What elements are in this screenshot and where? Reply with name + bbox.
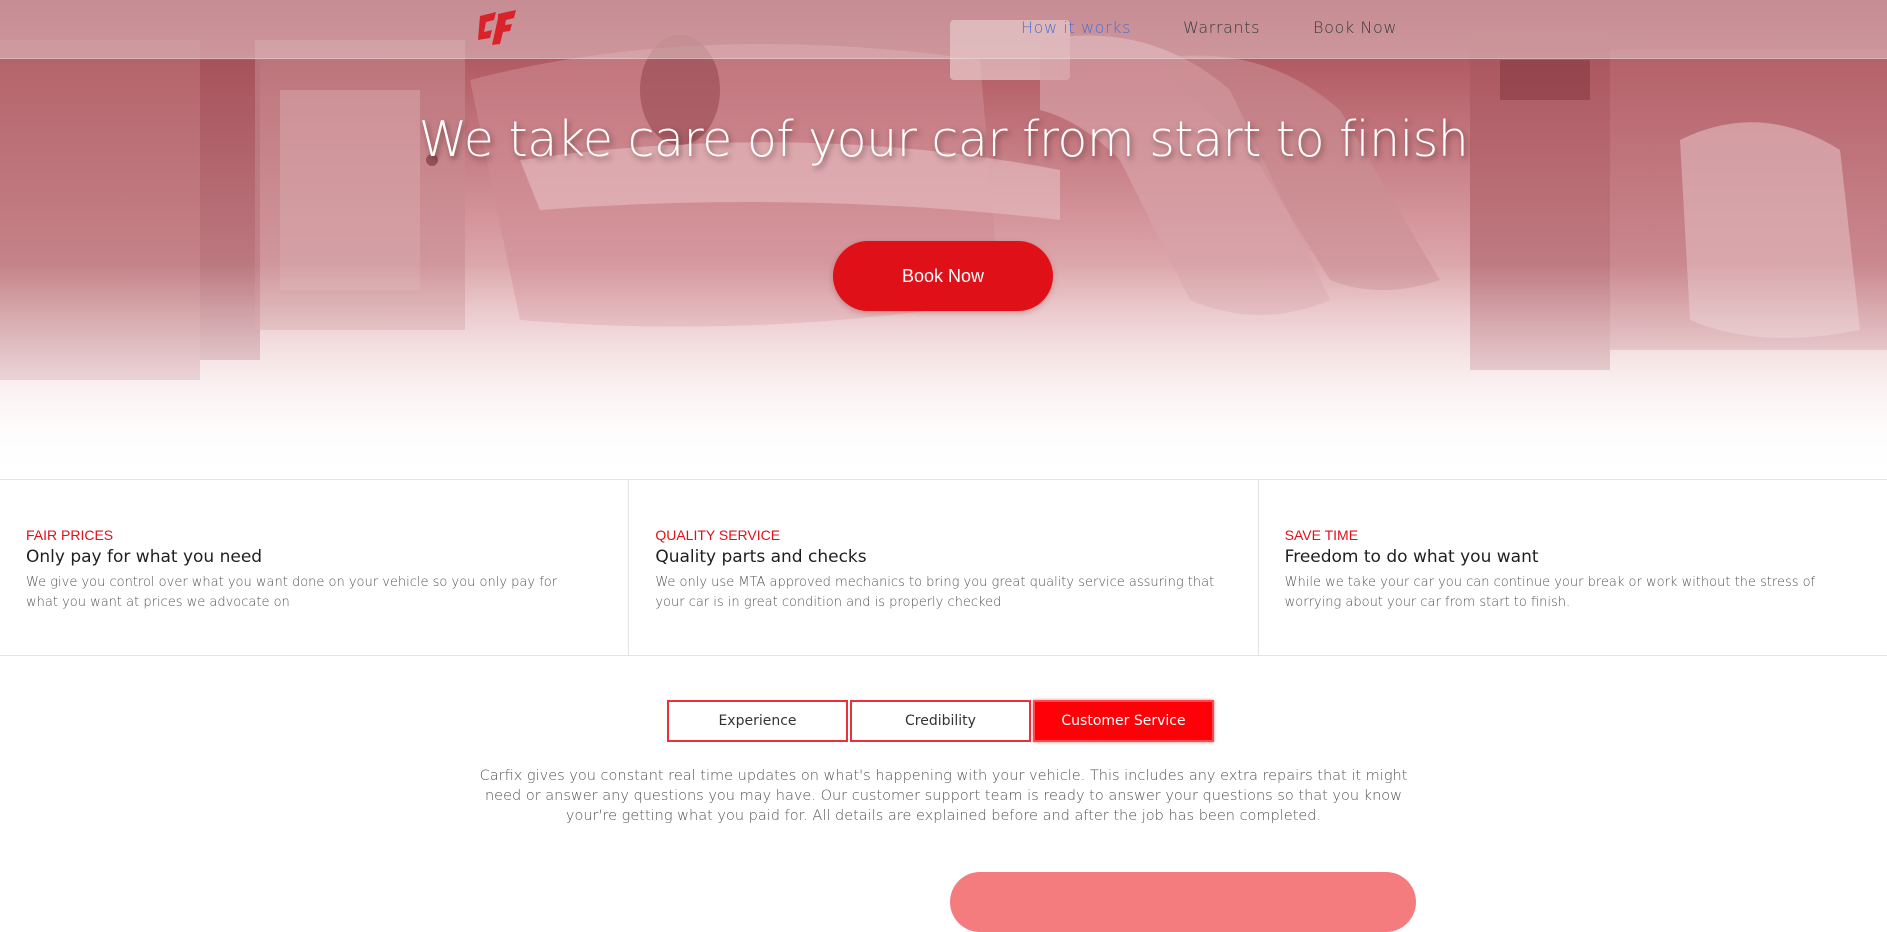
- bottom-cta-button[interactable]: [950, 872, 1416, 932]
- feature-title: Only pay for what you need: [26, 547, 263, 567]
- feature-save-time: SAVE TIME Freedom to do what you want Wh…: [1257, 480, 1887, 655]
- feature-fair-prices: FAIR PRICES Only pay for what you need W…: [0, 480, 628, 655]
- feature-title: Freedom to do what you want: [1284, 547, 1539, 567]
- tab-content-text: Carfix gives you constant real time upda…: [479, 768, 1408, 824]
- feature-quality-service: QUALITY SERVICE Quality parts and checks…: [628, 480, 1257, 655]
- hero-section: We take care of your car from start to f…: [0, 0, 1887, 480]
- hero-fade-overlay: [0, 0, 1887, 480]
- feature-description: We give you control over what you want d…: [26, 575, 558, 610]
- tab-credibility[interactable]: Credibility: [850, 700, 1031, 742]
- nav-link-how-it-works[interactable]: How it works: [1021, 18, 1131, 37]
- nav-link-warrants[interactable]: Warrants: [1183, 18, 1260, 37]
- tab-experience[interactable]: Experience: [667, 700, 848, 742]
- hero-book-now-button[interactable]: Book Now: [833, 241, 1053, 311]
- hero-title: We take care of your car from start to f…: [418, 111, 1469, 168]
- feature-kicker: SAVE TIME: [1284, 527, 1359, 543]
- feature-kicker: FAIR PRICES: [26, 527, 114, 543]
- top-navbar: How it works Warrants Book Now: [0, 0, 1887, 59]
- feature-description: While we take your car you can continue …: [1284, 575, 1816, 610]
- info-tabs: Experience Credibility Customer Service: [667, 700, 1214, 742]
- nav-link-book-now[interactable]: Book Now: [1313, 18, 1397, 37]
- tab-customer-service[interactable]: Customer Service: [1033, 700, 1214, 742]
- feature-description: We only use MTA approved mechanics to br…: [655, 575, 1215, 610]
- feature-kicker: QUALITY SERVICE: [655, 527, 781, 543]
- features-row: FAIR PRICES Only pay for what you need W…: [0, 479, 1887, 656]
- carfix-logo[interactable]: [476, 6, 522, 46]
- feature-title: Quality parts and checks: [655, 547, 867, 567]
